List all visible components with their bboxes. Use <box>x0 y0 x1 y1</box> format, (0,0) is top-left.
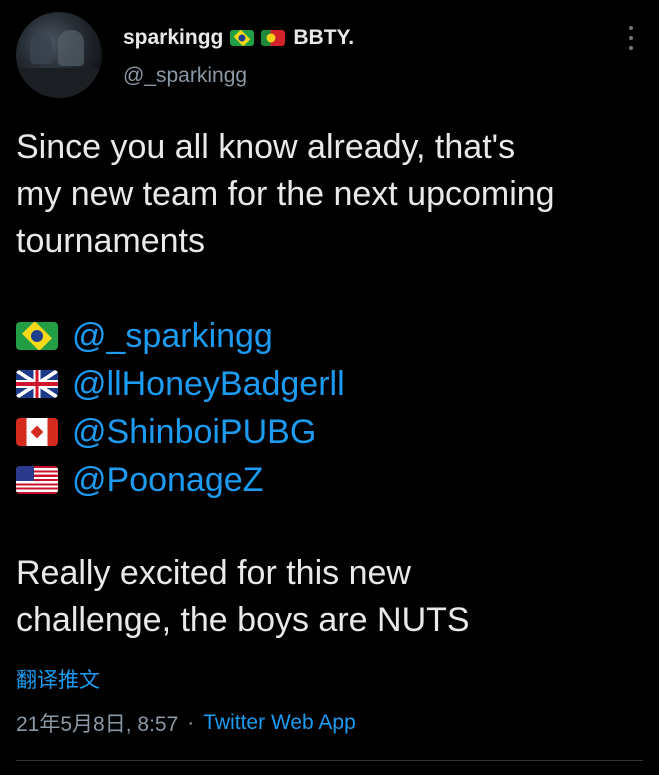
mention-link[interactable]: @ShinboiPUBG <box>72 408 316 456</box>
mention-item: @ShinboiPUBG <box>16 408 345 456</box>
tweet-timestamp[interactable]: 21年5月8日, 8:57 <box>16 708 178 738</box>
mention-item: @PoonageZ <box>16 456 345 504</box>
translate-tweet-link[interactable]: 翻译推文 <box>16 664 100 694</box>
tweet-text-line: tournaments <box>16 222 205 260</box>
united-states-flag-icon <box>16 466 58 494</box>
tweet-text-line: Since you all know already, that's <box>16 128 516 166</box>
tweet-closing-text: Really excited for this new challenge, t… <box>16 550 646 644</box>
brazil-flag-icon <box>16 322 58 350</box>
mention-list: @_sparkingg @llHoneyBadgerll @ShinboiPUB… <box>16 312 345 504</box>
more-dot <box>629 36 633 40</box>
author-name-row[interactable]: sparkingg BBTY. <box>123 22 354 54</box>
tweet-text-line: challenge, the boys are NUTS <box>16 601 470 639</box>
united-kingdom-flag-icon <box>16 370 58 398</box>
author-team-suffix: BBTY. <box>293 26 355 49</box>
mention-item: @llHoneyBadgerll <box>16 360 345 408</box>
tweet-source-link[interactable]: Twitter Web App <box>203 711 356 735</box>
avatar-figure <box>58 30 84 66</box>
brazil-flag-icon <box>230 30 255 46</box>
canada-flag-icon <box>16 418 58 446</box>
mention-link[interactable]: @PoonageZ <box>72 456 263 504</box>
more-dot <box>629 26 633 30</box>
avatar-figure <box>30 34 52 64</box>
meta-separator: · <box>187 711 195 734</box>
mention-item: @_sparkingg <box>16 312 345 360</box>
author-display-name[interactable]: sparkingg <box>123 26 223 50</box>
mention-link[interactable]: @llHoneyBadgerll <box>72 360 345 408</box>
tweet-text: Since you all know already, that's my ne… <box>16 124 646 265</box>
tweet-text-line: Really excited for this new <box>16 554 411 592</box>
mention-link[interactable]: @_sparkingg <box>72 312 273 360</box>
author-handle[interactable]: @_sparkingg <box>123 64 247 88</box>
tweet-meta: 21年5月8日, 8:57 · Twitter Web App <box>16 708 356 738</box>
more-dot <box>629 46 633 50</box>
avatar-desk <box>16 68 102 98</box>
avatar[interactable] <box>16 12 102 98</box>
portugal-flag-icon <box>261 30 286 46</box>
tweet-text-line: my new team for the next upcoming <box>16 175 555 213</box>
more-vertical-icon[interactable] <box>621 26 641 50</box>
divider <box>16 760 643 761</box>
